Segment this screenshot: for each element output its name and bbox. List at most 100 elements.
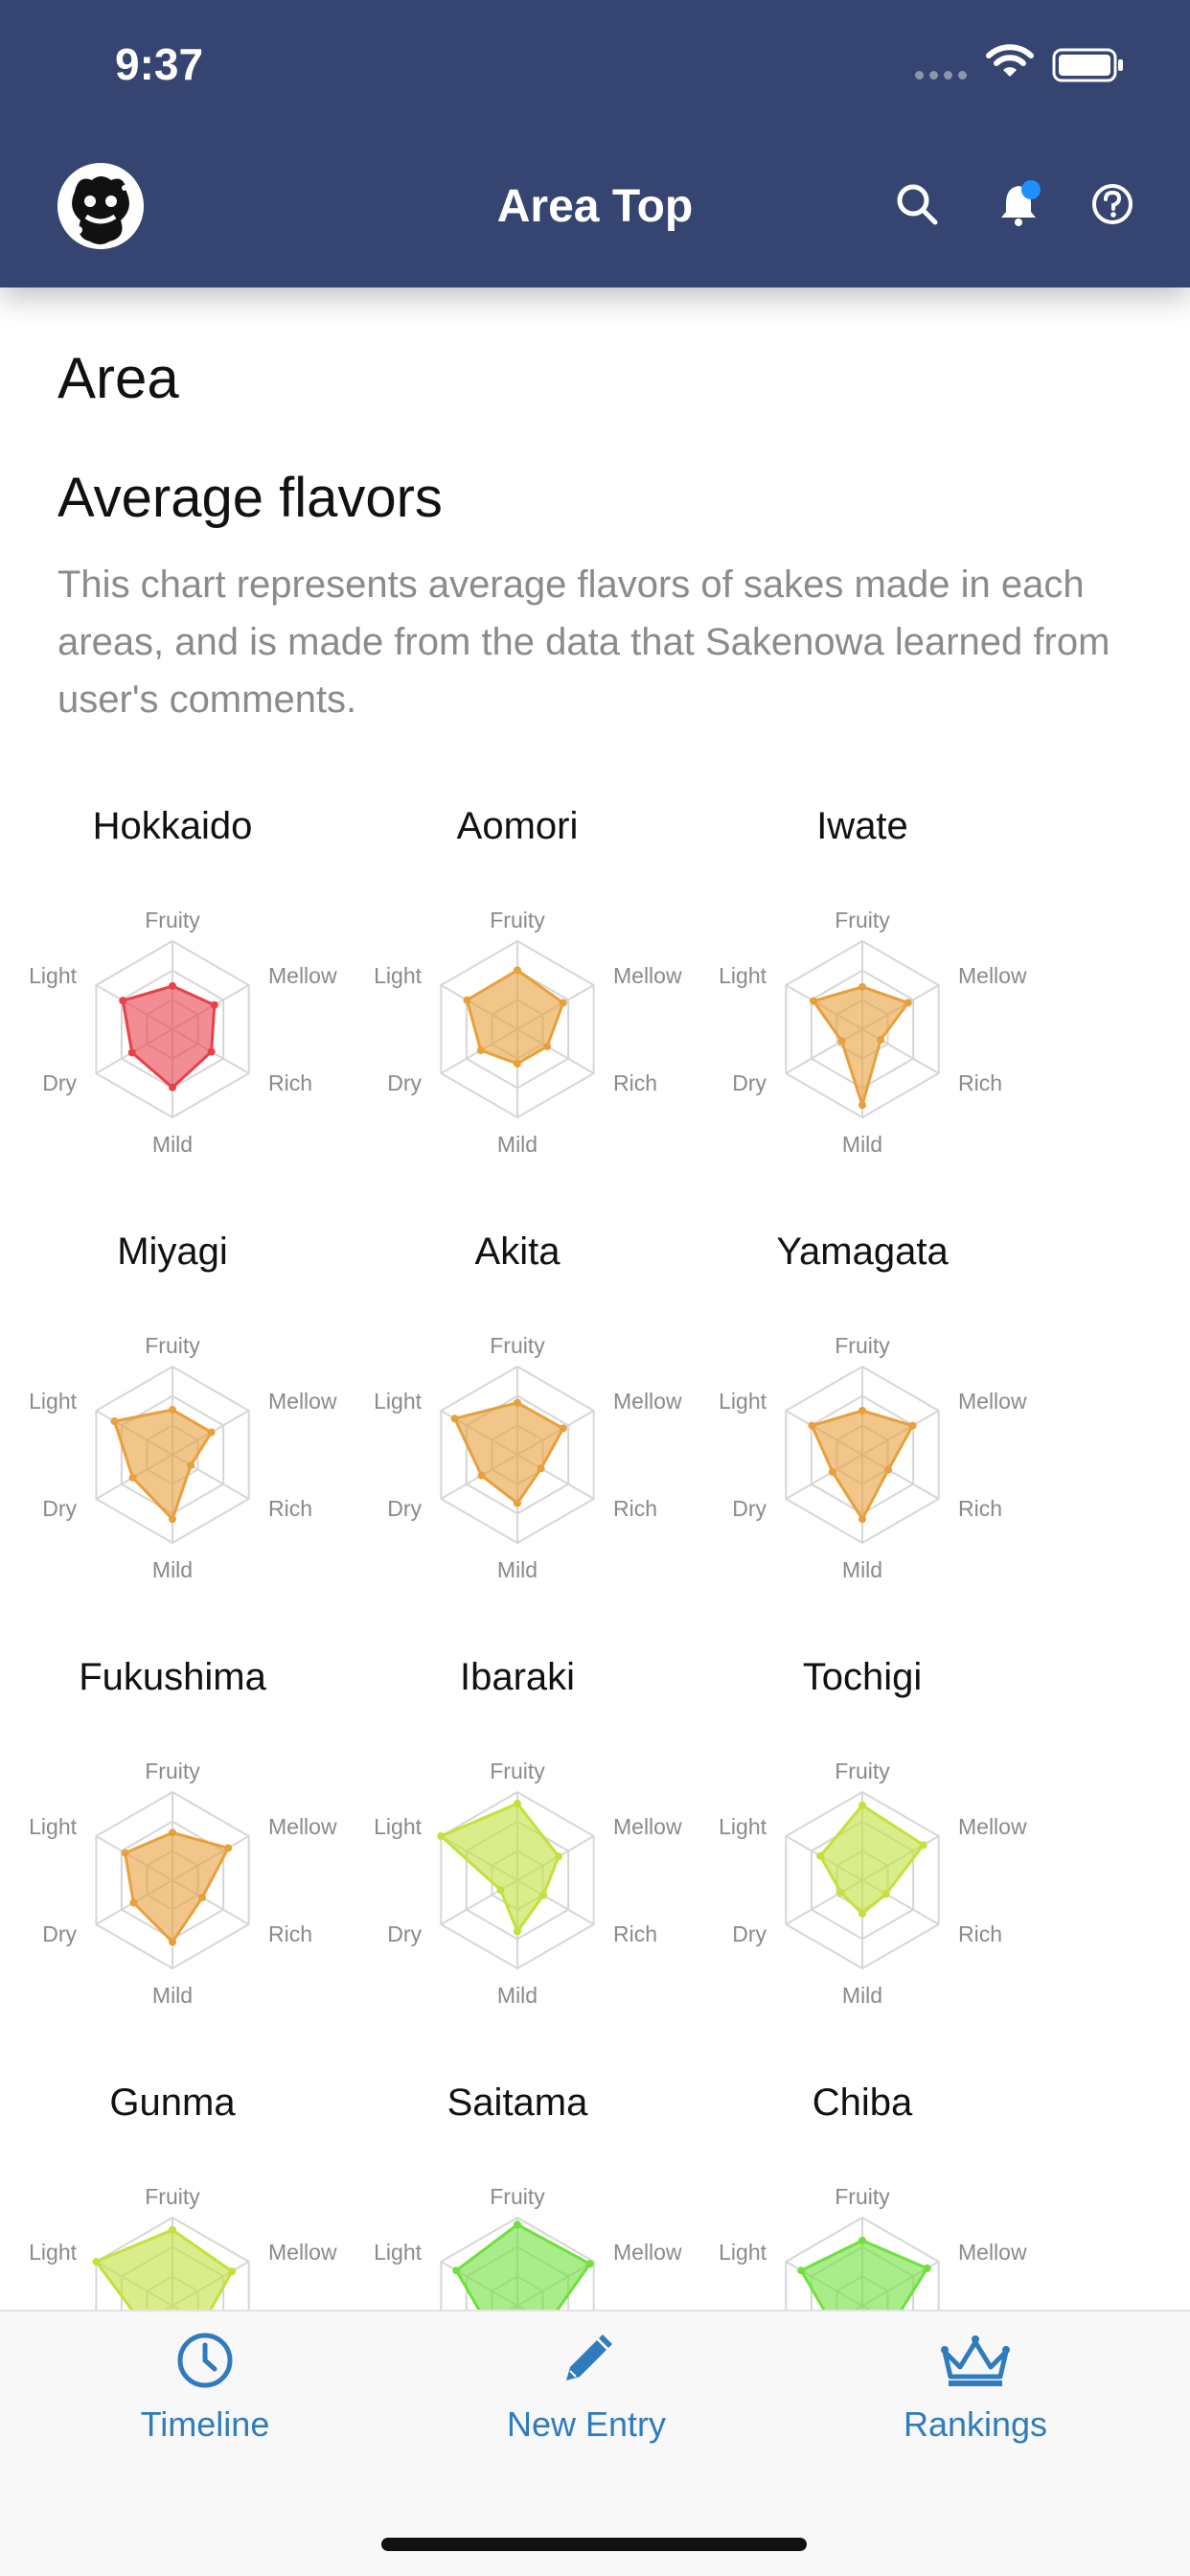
axis-label-mild: Mild (497, 1132, 538, 1157)
radar-point (858, 1801, 866, 1809)
radar-point (858, 1407, 866, 1414)
app-header: 9:37 Area Top (0, 0, 1190, 288)
radar-point (121, 1849, 129, 1857)
notification-badge (1021, 180, 1041, 199)
radar-point (837, 1037, 846, 1046)
radar-point (198, 1893, 207, 1901)
axis-label-dry: Dry (387, 1921, 422, 1946)
area-chart-yamagata[interactable]: Yamagata Fruity Mellow Rich Mild Dry Light (690, 1230, 1035, 1656)
axis-label-rich: Rich (268, 1921, 312, 1946)
area-chart-aomori[interactable]: Aomori Fruity Mellow Rich Mild Dry Light (345, 805, 690, 1230)
area-chart-saitama[interactable]: SaitamaFruityMellowRichMildDryLight (345, 2082, 690, 2310)
axis-label-mellow: Mellow (268, 1389, 337, 1414)
radar-point (858, 1909, 866, 1918)
axis-label-fruity: Fruity (490, 1333, 545, 1358)
area-chart-miyagi[interactable]: Miyagi Fruity Mellow Rich Mild Dry Light (0, 1230, 345, 1656)
axis-label-fruity: Fruity (490, 908, 545, 932)
radar-point (836, 1888, 845, 1897)
radar-point (514, 1799, 521, 1807)
radar-point (585, 2260, 594, 2268)
status-time: 9:37 (115, 39, 204, 89)
radar-point (169, 1406, 176, 1414)
radar-point (514, 966, 521, 975)
axis-label-mellow: Mellow (613, 2240, 682, 2265)
axis-label-mellow: Mellow (613, 1814, 682, 1839)
radar-point (543, 1042, 552, 1050)
main-content: Area Average flavors This chart represen… (0, 288, 1190, 2310)
axis-label-rich: Rich (268, 1070, 312, 1095)
axis-label-mellow: Mellow (268, 1814, 337, 1839)
radar-point (877, 1036, 885, 1045)
radar-chart: FruityMellowRichMildDryLight (29, 2184, 337, 2310)
area-name: Ibaraki (459, 1656, 576, 1698)
axis-label-light: Light (374, 1389, 422, 1414)
axis-label-dry: Dry (732, 1070, 767, 1095)
area-chart-tochigi[interactable]: Tochigi Fruity Mellow Rich Mild Dry Light (690, 1656, 1035, 2082)
radar-point (858, 1515, 866, 1524)
axis-label-dry: Dry (732, 1921, 767, 1946)
radar-chart: FruityMellowRichMildDryLight (719, 1759, 1027, 2008)
axis-label-mellow: Mellow (268, 2240, 337, 2265)
radar-point (437, 1832, 446, 1840)
tab-timeline[interactable]: Timeline (61, 2331, 349, 2445)
axis-label-dry: Dry (42, 1070, 77, 1095)
radar-point (92, 2258, 101, 2266)
crown-icon (941, 2335, 1010, 2386)
radar-point (858, 1101, 866, 1110)
area-name: Aomori (456, 805, 579, 847)
radar-point (923, 2264, 931, 2272)
wifi-icon (986, 44, 1034, 77)
radar-series-shape (438, 1802, 561, 1935)
radar-point (514, 1398, 521, 1407)
tab-rankings-label: Rankings (903, 2404, 1048, 2444)
radar-point (908, 1421, 917, 1430)
radar-chart: FruityMellowRichMildDryLight (29, 908, 337, 1157)
area-chart-ibaraki[interactable]: Ibaraki Fruity Mellow Rich Mild Dry Light (345, 1656, 690, 2082)
search-icon[interactable] (895, 182, 939, 226)
radar-point (228, 2267, 237, 2276)
axis-label-mild: Mild (152, 1557, 193, 1582)
radar-point (808, 1421, 816, 1430)
tab-new-entry[interactable]: New Entry (443, 2331, 730, 2445)
axis-label-light: Light (29, 1389, 77, 1414)
radar-point (169, 1515, 176, 1524)
radar-point (539, 1891, 548, 1899)
axis-label-rich: Rich (958, 1921, 1002, 1946)
axis-label-rich: Rich (613, 1070, 657, 1095)
radar-point (119, 997, 127, 1005)
axis-label-light: Light (719, 1814, 767, 1839)
radar-chart: FruityMellowRichMildDryLight (719, 1333, 1027, 1582)
radar-point (858, 2236, 866, 2244)
axis-label-rich: Rich (613, 1496, 657, 1521)
area-chart-hokkaido[interactable]: Hokkaido Fruity Mellow Rich Mild Dry Light (0, 805, 345, 1230)
area-chart-iwate[interactable]: Iwate Fruity Mellow Rich Mild Dry Light (690, 805, 1035, 1230)
axis-label-mellow: Mellow (613, 963, 682, 988)
axis-label-light: Light (719, 963, 767, 988)
cellular-signal-icon (915, 71, 967, 80)
radar-series-shape (112, 1408, 214, 1522)
radar-point (559, 1424, 567, 1433)
radar-point (477, 1471, 486, 1480)
help-icon[interactable] (1090, 182, 1134, 226)
radar-point (169, 1083, 176, 1092)
radar-point (904, 999, 912, 1007)
axis-label-dry: Dry (42, 1496, 77, 1521)
axis-label-mild: Mild (842, 1983, 882, 2008)
radar-chart: FruityMellowRichMildDryLight (29, 1333, 337, 1582)
area-chart-akita[interactable]: Akita Fruity Mellow Rich Mild Dry Light (345, 1230, 690, 1656)
heading: Average flavors (57, 467, 443, 529)
axis-label-dry: Dry (732, 1496, 767, 1521)
area-chart-chiba[interactable]: ChibaFruityMellowRichMildDryLight (690, 2082, 1035, 2310)
radar-chart: FruityMellowRichMildDryLight (29, 1759, 337, 2008)
pencil-icon (566, 2334, 612, 2380)
radar-series-shape (452, 1401, 565, 1506)
radar-point (858, 982, 866, 991)
radar-point (210, 1000, 218, 1009)
axis-label-mellow: Mellow (268, 963, 337, 988)
tab-rankings[interactable]: Rankings (832, 2331, 1119, 2445)
axis-label-mild: Mild (497, 1983, 538, 2008)
area-chart-fukushima[interactable]: Fukushima Fruity Mellow Rich Mild Dry Light (0, 1656, 345, 2082)
axis-label-mellow: Mellow (958, 2240, 1027, 2265)
area-chart-gunma[interactable]: GunmaFruityMellowRichMildDryLight (0, 2082, 345, 2310)
radar-chart: FruityMellowRichMildDryLight (374, 1333, 682, 1582)
